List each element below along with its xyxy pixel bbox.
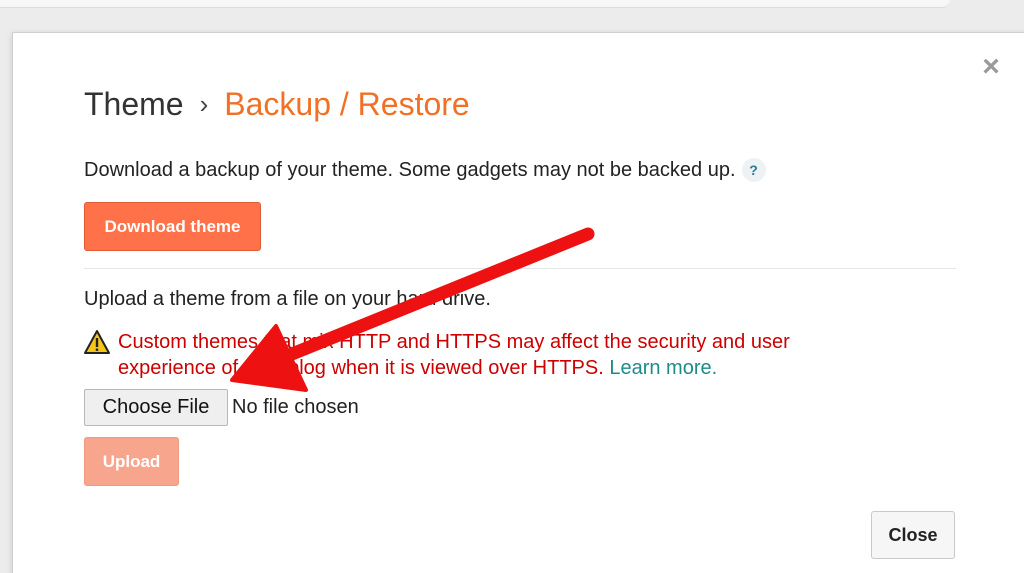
choose-file-button[interactable]: Choose File <box>84 389 228 426</box>
upload-button[interactable]: Upload <box>84 437 179 486</box>
help-icon[interactable]: ? <box>741 158 766 182</box>
breadcrumb-separator: › <box>199 88 209 119</box>
mixed-content-warning: Custom themes that mix HTTP and HTTPS ma… <box>118 329 878 381</box>
backup-description-text: Download a backup of your theme. Some ga… <box>84 158 736 181</box>
section-divider <box>84 268 956 269</box>
warning-triangle-icon <box>84 330 110 354</box>
page-header-strip <box>0 0 950 8</box>
backup-description: Download a backup of your theme. Some ga… <box>84 158 766 182</box>
warning-trailing-period: . <box>711 357 718 379</box>
breadcrumb: Theme › Backup / Restore <box>84 84 470 124</box>
page-title: Backup / Restore <box>224 85 470 122</box>
close-button[interactable]: Close <box>871 511 955 559</box>
close-icon[interactable]: × <box>978 52 1004 82</box>
file-status: No file chosen <box>232 396 359 418</box>
learn-more-link[interactable]: Learn more <box>609 357 711 379</box>
upload-description: Upload a theme from a file on your hard … <box>84 288 491 310</box>
download-theme-button[interactable]: Download theme <box>84 202 261 251</box>
file-input[interactable]: Choose File No file chosen <box>84 389 359 426</box>
breadcrumb-theme[interactable]: Theme <box>84 86 184 123</box>
